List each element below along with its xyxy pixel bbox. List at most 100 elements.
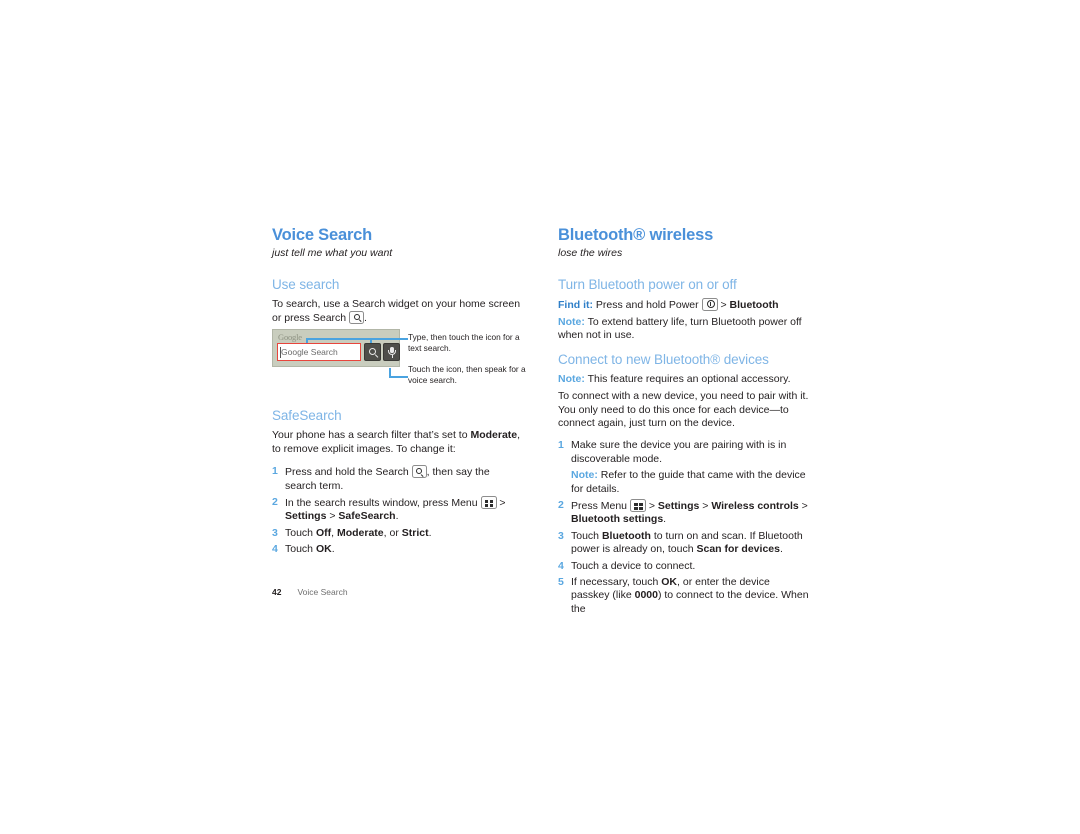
google-logo: Google bbox=[278, 332, 302, 343]
step-number: 1 bbox=[558, 439, 564, 452]
list-item: 4 Touch a device to connect. bbox=[558, 560, 810, 573]
step-text-before: In the search results window, press Menu bbox=[285, 496, 481, 509]
footer-chapter-label: Voice Search bbox=[297, 587, 348, 597]
list-item: 2 Press Menu > Settings > Wireless contro… bbox=[558, 498, 810, 527]
google-search-widget: Google Google Search bbox=[272, 329, 400, 368]
connect-paragraph: To connect with a new device, you need t… bbox=[558, 390, 809, 429]
right-column: Bluetooth® wireless lose the wires Turn … bbox=[558, 226, 810, 625]
step-bold-b: Moderate bbox=[336, 526, 384, 539]
step-bold-a: OK bbox=[315, 543, 332, 556]
find-it-line: Find it: Press and hold Power > Bluetoot… bbox=[558, 297, 810, 312]
list-item: 1 Make sure the device you are pairing wi… bbox=[558, 439, 810, 496]
note-label: Note: bbox=[558, 372, 585, 385]
connect-note: Note: This feature requires an optional … bbox=[558, 373, 810, 386]
power-key-icon bbox=[701, 297, 718, 311]
step-note: Note: Refer to the guide that came with … bbox=[571, 469, 810, 496]
widget-mic-button[interactable] bbox=[383, 343, 400, 362]
document-page: Voice Search just tell me what you want … bbox=[0, 0, 1080, 834]
step-tail: . bbox=[331, 543, 335, 556]
find-it-text: Press and hold Power bbox=[593, 298, 702, 311]
step-text-after: > bbox=[645, 499, 658, 512]
step-tail: . bbox=[395, 510, 399, 523]
page-title: Voice Search bbox=[272, 226, 373, 244]
note-text: Refer to the guide that came with the de… bbox=[571, 469, 806, 495]
note-text: This feature requires an optional access… bbox=[584, 372, 791, 385]
step-text-before: Press Menu bbox=[571, 499, 630, 512]
use-search-text-after: . bbox=[364, 312, 367, 325]
step-number: 4 bbox=[272, 543, 278, 556]
section-heading-bluetooth-power: Turn Bluetooth power on or off bbox=[558, 276, 737, 292]
search-widget-figure: Google Google Search Type, then touch th… bbox=[272, 329, 526, 391]
note-label: Note: bbox=[558, 316, 585, 329]
bluetooth-power-note: Note: To extend battery life, turn Bluet… bbox=[558, 316, 810, 343]
page-footer: 42 Voice Search bbox=[272, 587, 348, 597]
step-tail: . bbox=[663, 513, 667, 526]
chapter-subtitle-bluetooth: lose the wires bbox=[558, 247, 623, 260]
chapter-subtitle: just tell me what you want bbox=[272, 247, 393, 260]
step-bold-a: Off bbox=[315, 526, 332, 539]
find-it-bold: Bluetooth bbox=[729, 298, 779, 311]
note-text: To extend battery life, turn Bluetooth p… bbox=[558, 316, 802, 342]
step-number: 1 bbox=[272, 465, 278, 478]
menu-key-icon bbox=[480, 495, 497, 509]
safesearch-steps: 1 Press and hold the Search , then say th… bbox=[272, 465, 524, 556]
step-tail: . bbox=[779, 543, 783, 556]
step-text: Touch bbox=[285, 543, 316, 556]
menu-key-icon bbox=[629, 498, 646, 512]
step-bold-b: 0000 bbox=[634, 589, 658, 602]
step-bold-b: SafeSearch bbox=[338, 510, 396, 523]
step-tail: . bbox=[428, 526, 432, 539]
step-number: 2 bbox=[272, 495, 278, 508]
search-input[interactable]: Google Search bbox=[277, 343, 361, 362]
section-heading-safesearch: SafeSearch bbox=[272, 408, 342, 424]
section-heading-use-search: Use search bbox=[272, 276, 340, 292]
page-number: 42 bbox=[272, 587, 282, 597]
step-sep-b: > bbox=[798, 499, 808, 512]
step-mid-b: , or bbox=[383, 526, 402, 539]
search-key-icon bbox=[411, 465, 427, 479]
step-bold-a: Settings bbox=[285, 510, 327, 523]
safesearch-intro: Your phone has a search filter that’s se… bbox=[272, 429, 524, 456]
step-bold-a: OK bbox=[661, 575, 678, 588]
step-bold-c: Bluetooth settings bbox=[571, 513, 664, 526]
step-text: Make sure the device you are pairing wit… bbox=[571, 439, 787, 465]
list-item: 3 Touch Bluetooth to turn on and scan. If… bbox=[558, 530, 810, 557]
step-bold-b: Wireless controls bbox=[711, 499, 799, 512]
note-label: Note: bbox=[571, 469, 598, 482]
step-number: 4 bbox=[558, 559, 564, 572]
safesearch-intro-part1: Your phone has a search filter that’s se… bbox=[272, 429, 471, 442]
step-bold-a: Settings bbox=[657, 499, 700, 512]
step-number: 5 bbox=[558, 575, 564, 588]
callout-text-top: Type, then touch the icon for a text sea… bbox=[408, 332, 520, 353]
search-input-placeholder: Google Search bbox=[281, 347, 338, 358]
list-item: 2 In the search results window, press Men… bbox=[272, 495, 524, 524]
use-search-text-before: To search, use a Search widget on your h… bbox=[272, 297, 521, 325]
step-separator: > bbox=[326, 510, 339, 523]
step-text: If necessary, touch bbox=[571, 575, 662, 588]
list-item: 1 Press and hold the Search , then say th… bbox=[272, 465, 524, 493]
step-text-after: > bbox=[496, 496, 506, 509]
list-item: 3 Touch Off, Moderate, or Strict. bbox=[272, 527, 524, 540]
step-number: 3 bbox=[558, 529, 564, 542]
step-number: 2 bbox=[558, 498, 564, 511]
callout-text-bottom: Touch the icon, then speak for a voice s… bbox=[408, 364, 526, 385]
section-heading-connect-devices: Connect to new Bluetooth® devices bbox=[558, 351, 769, 367]
callout-leader-top bbox=[306, 338, 408, 341]
step-number: 3 bbox=[272, 526, 278, 539]
step-bold-c: Strict bbox=[401, 526, 429, 539]
search-key-icon bbox=[349, 311, 365, 325]
find-it-separator: > bbox=[717, 298, 730, 311]
connect-steps: 1 Make sure the device you are pairing wi… bbox=[558, 439, 810, 616]
list-item: 5 If necessary, touch OK, or enter the de… bbox=[558, 576, 810, 616]
find-it-label: Find it: bbox=[558, 298, 593, 311]
step-sep-a: > bbox=[699, 499, 712, 512]
step-bold-a: Bluetooth bbox=[601, 529, 651, 542]
left-column: Voice Search just tell me what you want … bbox=[272, 226, 526, 566]
step-text: Touch bbox=[285, 526, 316, 539]
step-text: Touch a device to connect. bbox=[571, 559, 696, 572]
use-search-paragraph: To search, use a Search widget on your h… bbox=[272, 298, 524, 326]
step-text: Touch bbox=[571, 529, 602, 542]
widget-search-button[interactable] bbox=[364, 343, 381, 362]
list-item: 4 Touch OK. bbox=[272, 543, 524, 556]
magnifier-icon bbox=[369, 347, 376, 355]
